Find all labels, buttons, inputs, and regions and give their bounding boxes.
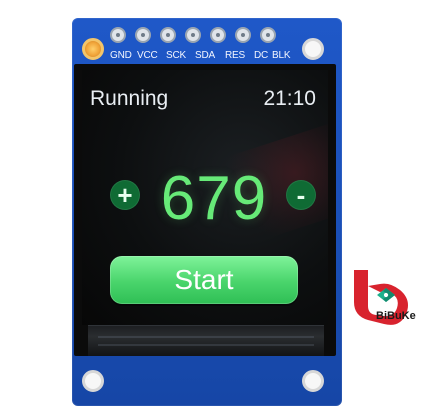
pin-label-blk: BLK (272, 50, 291, 61)
pin-icon (135, 27, 151, 43)
pin-icon (110, 27, 126, 43)
counter-value: 679 (160, 164, 268, 233)
pin-icon (235, 27, 251, 43)
start-button[interactable]: Start (110, 256, 298, 304)
pin-icon (260, 27, 276, 43)
counter-row: + 679 - (98, 164, 316, 234)
pin-icon (185, 27, 201, 43)
decrement-button[interactable]: - (286, 180, 316, 210)
pin-label-vcc: VCC (137, 50, 158, 61)
pin-icon (160, 27, 176, 43)
pin-label-dc: DC (254, 50, 269, 61)
mounting-hole-bottom-right (302, 370, 324, 392)
brand-logo-text: BiBuKe (376, 310, 416, 322)
pin-label-gnd: GND (110, 50, 132, 61)
mounting-hole-bottom-left (82, 370, 104, 392)
mounting-hole-top-left (82, 38, 104, 60)
pin-label-sda: SDA (195, 50, 215, 61)
increment-button[interactable]: + (110, 180, 140, 210)
clock-text: 21:10 (263, 87, 316, 110)
lcd-screen: Running 21:10 + 679 - Start (82, 70, 328, 325)
flex-cable (88, 325, 324, 356)
pin-icon (210, 27, 226, 43)
status-text: Running (90, 87, 169, 110)
pin-labels: GND VCC SCK SDA RES DC BLK (108, 49, 308, 63)
pin-label-sck: SCK (166, 50, 186, 61)
header-pins (104, 24, 304, 52)
pin-label-res: RES (225, 50, 245, 61)
